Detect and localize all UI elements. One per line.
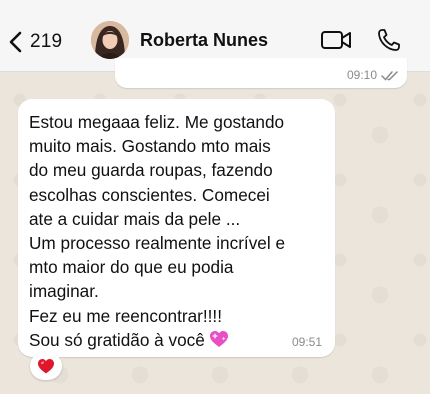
outgoing-message-bubble[interactable]: 09:10 (115, 58, 407, 88)
sparkling-heart-icon (209, 330, 228, 347)
message-line: do meu guarda roupas, fazendo (29, 160, 273, 181)
message-line: ate a cuidar mais da pele ... (29, 208, 241, 229)
message-line: Estou megaaa feliz. Me gostando (29, 112, 285, 132)
message-time: 09:51 (291, 335, 322, 349)
message-line: mto maior do que eu podia (29, 257, 234, 278)
message-line: escolhas conscientes. Comecei (29, 184, 270, 205)
message-text: Estou megaaa feliz. Me gostando muito ma… (29, 110, 329, 352)
message-line: Um processo realmente incrível e (29, 233, 285, 254)
message-time: 09:10 (346, 68, 377, 82)
message-line: imaginar. (29, 281, 99, 302)
message-meta: 09:10 (347, 68, 399, 82)
message-line-last: Sou só gratidão à você (29, 328, 329, 352)
video-call-icon[interactable] (320, 29, 352, 51)
back-button[interactable]: 219 (8, 27, 62, 57)
phone-call-icon[interactable] (376, 27, 402, 53)
unread-count: 219 (30, 31, 63, 52)
avatar[interactable] (91, 21, 129, 59)
double-check-icon (381, 70, 398, 81)
message-line: Fez eu me reencontrar!!!! (29, 305, 222, 326)
contact-name[interactable]: Roberta Nunes (140, 30, 268, 51)
message-line-text: Sou só gratidão à você (29, 329, 205, 350)
chevron-left-icon (9, 31, 22, 53)
message-line: muito mais. Gostando mto mais (29, 136, 271, 157)
reaction-badge[interactable] (30, 352, 62, 380)
red-heart-icon (38, 359, 54, 374)
avatar-photo-icon (91, 21, 129, 59)
incoming-message-bubble[interactable]: Estou megaaa feliz. Me gostando muito ma… (18, 99, 335, 357)
